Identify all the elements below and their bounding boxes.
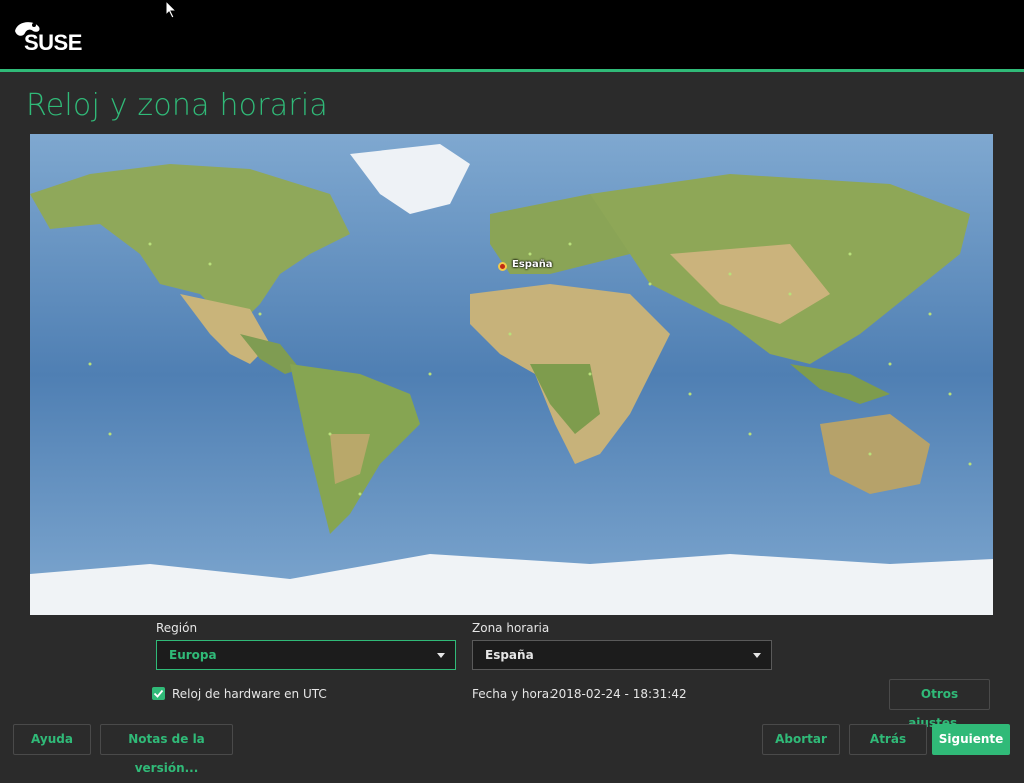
suse-logo-text: SUSE xyxy=(24,30,82,55)
timezone-select[interactable]: España xyxy=(472,640,772,670)
utc-checkbox[interactable] xyxy=(152,687,165,700)
page-title: Reloj y zona horaria xyxy=(26,88,328,123)
release-notes-button[interactable]: Notas de la versión... xyxy=(100,724,233,775)
help-button[interactable]: Ayuda xyxy=(13,724,91,755)
timezone-select-value: España xyxy=(485,648,534,662)
checkmark-icon xyxy=(153,689,164,698)
region-select-value: Europa xyxy=(169,648,217,662)
datetime-label: Fecha y hora: xyxy=(472,687,554,701)
world-map-graphic xyxy=(30,134,993,615)
next-button[interactable]: Siguiente xyxy=(932,724,1010,755)
abort-button[interactable]: Abortar xyxy=(762,724,840,755)
datetime-value: 2018-02-24 - 18:31:42 xyxy=(551,687,687,701)
other-settings-button[interactable]: Otros ajustes... xyxy=(889,679,990,730)
world-timezone-map[interactable] xyxy=(30,134,993,615)
back-button[interactable]: Atrás xyxy=(849,724,927,755)
region-label: Región xyxy=(156,621,198,635)
region-select[interactable]: Europa xyxy=(156,640,456,670)
top-header-bar: SUSE xyxy=(0,0,1024,69)
mouse-cursor-icon xyxy=(165,0,178,19)
utc-checkbox-label[interactable]: Reloj de hardware en UTC xyxy=(172,687,327,701)
location-pin-icon xyxy=(498,262,507,271)
header-accent-line xyxy=(0,69,1024,72)
chevron-down-icon xyxy=(437,653,445,658)
chevron-down-icon xyxy=(753,653,761,658)
timezone-label: Zona horaria xyxy=(472,621,550,635)
map-marker-label: España xyxy=(512,259,553,270)
